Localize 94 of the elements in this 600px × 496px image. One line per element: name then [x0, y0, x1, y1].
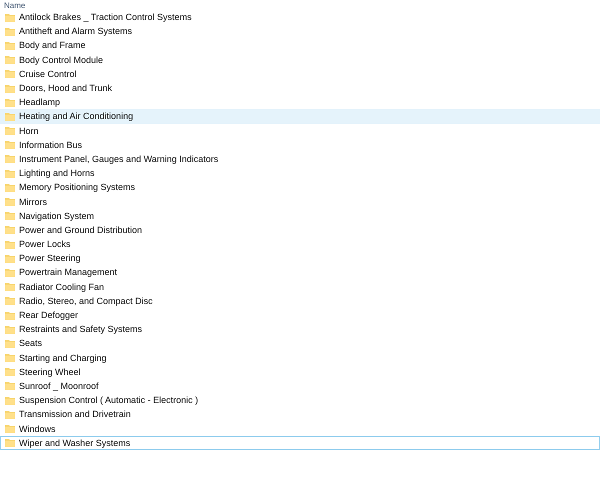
folder-icon: [5, 424, 15, 434]
folder-icon: [5, 55, 15, 64]
folder-row[interactable]: Antilock Brakes _ Traction Control Systems: [0, 10, 600, 24]
folder-icon: [5, 211, 15, 220]
folder-icon: [5, 338, 15, 348]
folder-name: Radio, Stereo, and Compact Disc: [19, 296, 153, 306]
folder-row[interactable]: Heating and Air Conditioning: [0, 109, 600, 124]
folder-row[interactable]: Power Steering: [0, 251, 600, 266]
folder-name: Sunroof _ Moonroof: [19, 380, 99, 391]
folder-icon: [5, 84, 15, 93]
folder-icon: [5, 225, 15, 234]
folder-icon: [5, 410, 15, 419]
folder-name: Suspension Control ( Automatic - Electronic ): [19, 395, 198, 406]
folder-icon: [5, 26, 15, 36]
folder-icon: [5, 240, 15, 249]
folder-row[interactable]: Headlamp: [0, 95, 600, 110]
folder-row[interactable]: Power and Ground Distribution: [0, 222, 600, 237]
folder-row[interactable]: Seats: [0, 336, 600, 350]
folder-row[interactable]: Sunroof _ Moonroof: [0, 378, 600, 394]
folder-row[interactable]: Horn: [0, 124, 600, 138]
folder-name: Memory Positioning Systems: [19, 182, 136, 192]
folder-name: Cruise Control: [19, 68, 77, 79]
folder-name: Mirrors: [19, 196, 47, 207]
folder-row[interactable]: Antitheft and Alarm Systems: [0, 24, 600, 38]
folder-icon: [5, 367, 15, 376]
folder-row[interactable]: Restraints and Safety Systems: [0, 322, 600, 336]
folder-icon: [5, 254, 15, 263]
folder-row[interactable]: Instrument Panel, Gauges and Warning Indicators: [0, 152, 600, 166]
column-header[interactable]: Name: [4, 1, 26, 10]
folder-name: Navigation System: [19, 210, 94, 221]
folder-icon: [5, 296, 15, 306]
folder-name: Antitheft and Alarm Systems: [19, 26, 132, 36]
folder-row[interactable]: Powertrain Management: [0, 265, 600, 280]
folder-icon: [5, 310, 15, 320]
folder-row[interactable]: Body Control Module: [0, 52, 600, 67]
folder-icon: [5, 98, 15, 107]
folder-name: Horn: [19, 126, 39, 136]
folder-name: Power and Ground Distribution: [19, 224, 142, 235]
folder-name: Doors, Hood and Trunk: [19, 83, 112, 94]
folder-row[interactable]: Windows: [0, 421, 600, 436]
folder-icon: [5, 112, 15, 121]
folder-name: Wiper and Washer Systems: [19, 438, 130, 448]
folder-row[interactable]: Mirrors: [0, 194, 600, 209]
folder-name: Restraints and Safety Systems: [19, 324, 142, 334]
folder-row[interactable]: Radiator Cooling Fan: [0, 280, 600, 294]
folder-icon: [5, 69, 15, 78]
folder-icon: [5, 154, 15, 164]
folder-icon: [5, 268, 15, 277]
folder-name: Steering Wheel: [19, 366, 81, 377]
folder-row[interactable]: Steering Wheel: [0, 364, 600, 379]
folder-icon: [5, 197, 15, 206]
folder-row[interactable]: Rear Defogger: [0, 308, 600, 322]
folder-row[interactable]: Navigation System: [0, 208, 600, 223]
folder-row[interactable]: Doors, Hood and Trunk: [0, 80, 600, 96]
folder-name: Headlamp: [19, 97, 60, 108]
folder-name: Body and Frame: [19, 40, 86, 50]
folder-row[interactable]: Cruise Control: [0, 66, 600, 81]
folder-name: Information Bus: [19, 140, 82, 150]
folder-row[interactable]: Power Locks: [0, 237, 600, 252]
folder-row[interactable]: Information Bus: [0, 138, 600, 152]
folder-name: Rear Defogger: [19, 310, 78, 320]
folder-name: Lighting and Horns: [19, 168, 95, 178]
folder-name: Body Control Module: [19, 54, 104, 65]
folder-name: Heating and Air Conditioning: [19, 111, 134, 122]
folder-row[interactable]: Suspension Control ( Automatic - Electronic ): [0, 393, 600, 408]
folder-icon: [5, 40, 15, 50]
folder-row[interactable]: Body and Frame: [0, 38, 600, 53]
folder-row[interactable]: Wiper and Washer Systems: [0, 436, 600, 450]
folder-icon: [5, 168, 15, 178]
folder-icon: [5, 126, 15, 136]
folder-row[interactable]: Transmission and Drivetrain: [0, 407, 600, 422]
folder-icon: [5, 282, 15, 292]
folder-row[interactable]: Memory Positioning Systems: [0, 180, 600, 194]
folder-icon: [5, 140, 15, 150]
folder-name: Radiator Cooling Fan: [19, 282, 104, 292]
folder-name: Instrument Panel, Gauges and Warning Indicators: [19, 154, 218, 164]
folder-name: Power Steering: [19, 253, 81, 264]
folder-row[interactable]: Starting and Charging: [0, 350, 600, 365]
folder-name: Windows: [19, 424, 56, 434]
folder-icon: [5, 324, 15, 334]
folder-row[interactable]: Radio, Stereo, and Compact Disc: [0, 294, 600, 308]
folder-icon: [5, 353, 15, 362]
folder-icon: [5, 396, 15, 405]
folder-name: Power Locks: [19, 239, 71, 250]
folder-name: Starting and Charging: [19, 352, 107, 363]
folder-name: Antilock Brakes _ Traction Control Systems: [19, 12, 192, 22]
folder-name: Transmission and Drivetrain: [19, 409, 131, 420]
folder-icon: [5, 12, 15, 22]
folder-icon: [5, 438, 15, 448]
folder-icon: [5, 182, 15, 192]
folder-name: Seats: [19, 338, 42, 348]
folder-row[interactable]: Lighting and Horns: [0, 166, 600, 180]
folder-name: Powertrain Management: [19, 267, 118, 278]
folder-icon: [5, 381, 15, 390]
